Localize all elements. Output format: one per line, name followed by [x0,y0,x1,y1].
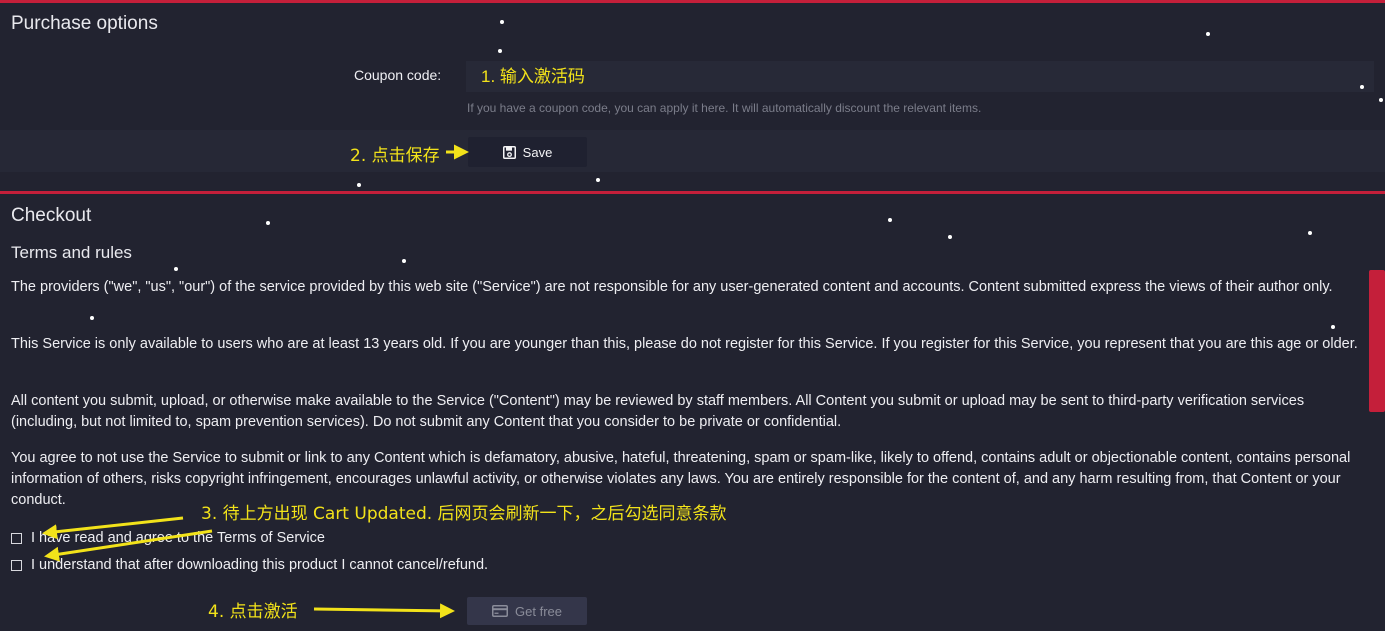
speck [1331,325,1335,329]
checkout-title: Checkout [11,205,92,226]
speck [266,221,270,225]
terms-paragraph: All content you submit, upload, or other… [11,393,1305,430]
get-free-button-label: Get free [515,603,562,619]
credit-card-icon [492,605,509,617]
agree-terms-checkbox[interactable] [11,532,22,544]
speck [1379,98,1383,102]
speck [1206,32,1210,36]
speck [90,316,94,320]
terms-paragraph: This Service is only available to users … [11,336,1358,352]
coupon-code-label: Coupon code: [354,67,442,83]
agree-terms-checkbox-row[interactable]: I have read and agree to the Terms of Se… [11,530,325,546]
get-free-button[interactable]: Get free [467,597,587,625]
step4-annotation: 4. 点击激活 [208,602,298,622]
coupon-code-input[interactable] [466,61,1374,92]
terms-paragraph: The providers ("we", "us", "our") of the… [11,279,1333,295]
speck [888,218,892,222]
purchase-options-title: Purchase options [11,13,158,34]
speck [948,235,952,239]
speck [500,20,504,24]
terms-heading: Terms and rules [11,243,132,262]
no-refund-label: I understand that after downloading this… [31,557,489,573]
speck [357,183,361,187]
save-button-band [0,130,1385,172]
section-divider [0,191,1385,194]
coupon-help-text: If you have a coupon code, you can apply… [467,101,982,115]
save-button-label: Save [522,144,553,160]
speck [596,178,600,182]
arrow-to-get-free-button [313,603,455,619]
top-accent-bar [0,0,1385,3]
save-button[interactable]: Save [468,137,587,167]
speck [402,259,406,263]
no-refund-checkbox-row[interactable]: I understand that after downloading this… [11,557,488,573]
agree-terms-label: I have read and agree to the Terms of Se… [31,530,325,546]
speck [174,267,178,271]
floppy-disk-icon [502,145,516,159]
no-refund-checkbox[interactable] [11,559,22,571]
scrollbar-thumb[interactable] [1369,270,1385,412]
step2-annotation: 2. 点击保存 [350,146,440,166]
speck [1308,231,1312,235]
speck [1360,85,1364,89]
speck [498,49,502,53]
step3-annotation: 3. 待上方出现 Cart Updated. 后网页会刷新一下，之后勾选同意条款 [201,504,727,524]
